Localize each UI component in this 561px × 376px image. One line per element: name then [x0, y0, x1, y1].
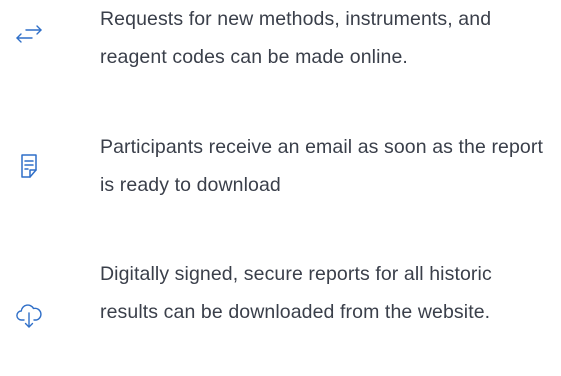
- cloud-download-icon: [14, 300, 44, 330]
- feature-text-secure-reports: Digitally signed, secure reports for all…: [100, 263, 492, 323]
- feature-online-requests: Requests for new methods, instruments, a…: [0, 0, 561, 100]
- feature-text-online-requests: Requests for new methods, instruments, a…: [100, 8, 492, 68]
- feature-text-email-notification: Participants receive an email as soon as…: [100, 136, 543, 196]
- document-report-icon: [14, 151, 44, 181]
- bidirectional-arrows-icon: [14, 20, 44, 50]
- feature-email-notification: Participants receive an email as soon as…: [0, 128, 561, 218]
- feature-secure-reports: Digitally signed, secure reports for all…: [0, 255, 561, 376]
